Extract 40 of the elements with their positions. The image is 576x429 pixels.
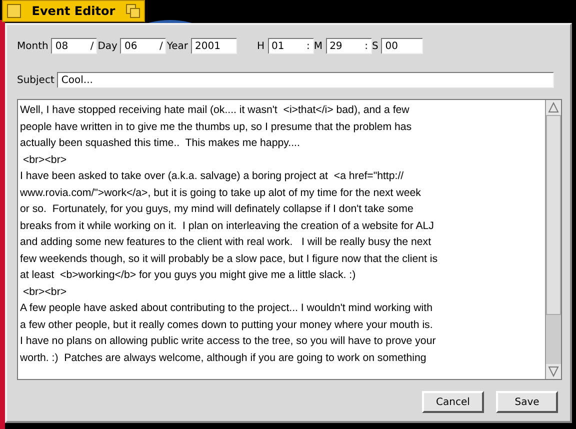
scroll-up-icon[interactable] — [546, 100, 561, 115]
subject-field[interactable]: Cool... — [57, 72, 554, 88]
field-label: Day — [98, 40, 118, 52]
text-line: A few people have asked about contributing to the project... I wouldn't mind working with — [20, 301, 434, 316]
text-line: <br><br> — [22, 284, 68, 300]
text-line: or so. Fortunately, for you guys, my mind will definately collapse if I don't take some — [20, 202, 414, 217]
text-line: at least <b>working</b> for you guys you might give me a little slack. :) — [20, 268, 357, 283]
text-line: few weekends though, so it will probably be a slow pace, but I figure now that the client is — [20, 252, 439, 266]
text-line: Well, I have stopped receiving hate mail (ok.... it wasn't <i>that</i> bad), and a few — [20, 103, 410, 118]
text-line: a few other people, but it really comes down to putting your money where your mouth is. — [20, 318, 434, 332]
text-line: <br><br> — [22, 152, 68, 168]
separator-text: / — [159, 40, 163, 52]
window-title: Event Editor — [32, 4, 116, 18]
text-line: www.rovia.com/">work</a>, but it is going to take up alot of my time for the next week — [20, 186, 422, 200]
text-line: I have no plans on allowing public write access to the tree, so you will have to prove your — [20, 334, 437, 349]
text-line: and adding some new features to the client with real work. I will be really busy the next — [20, 235, 432, 250]
separator-text: / — [90, 40, 94, 52]
maximize-icon[interactable] — [126, 4, 140, 18]
field-label: H — [257, 40, 265, 52]
message-text-area[interactable] — [17, 99, 562, 380]
subject-label: Subject — [17, 74, 54, 86]
input-field[interactable]: 00 — [381, 38, 424, 54]
scrollbar[interactable] — [545, 100, 561, 379]
title-tab[interactable]: Event Editor — [2, 0, 145, 22]
text-line: people have written in to give me the thumbs up, so I presume that the problem has — [20, 120, 413, 134]
cancel-button[interactable]: Cancel — [422, 391, 484, 413]
input-field[interactable]: 2001 — [191, 38, 238, 54]
field-label: M — [314, 40, 323, 52]
window-menu-icon[interactable] — [7, 4, 21, 18]
field-label: Month — [17, 40, 48, 52]
field-label: Year — [166, 40, 188, 52]
separator-text: : — [364, 40, 368, 52]
text-line: breaks from it while working on it. I plan on interleaving the creation of a website for ALJ — [20, 218, 435, 234]
save-button[interactable]: Save — [496, 391, 558, 413]
separator-text: : — [306, 40, 310, 52]
field-label: S — [372, 40, 378, 52]
text-line: worth. :) Patches are always welcome, although if you are going to work on something — [20, 350, 428, 366]
text-line: actually been squashed this time.. This makes me happy.... — [20, 136, 301, 151]
scroll-down-icon[interactable] — [546, 364, 561, 379]
text-line: I have been asked to take over (a.k.a. salvage) a boring project at <a href="http:// — [20, 169, 405, 184]
